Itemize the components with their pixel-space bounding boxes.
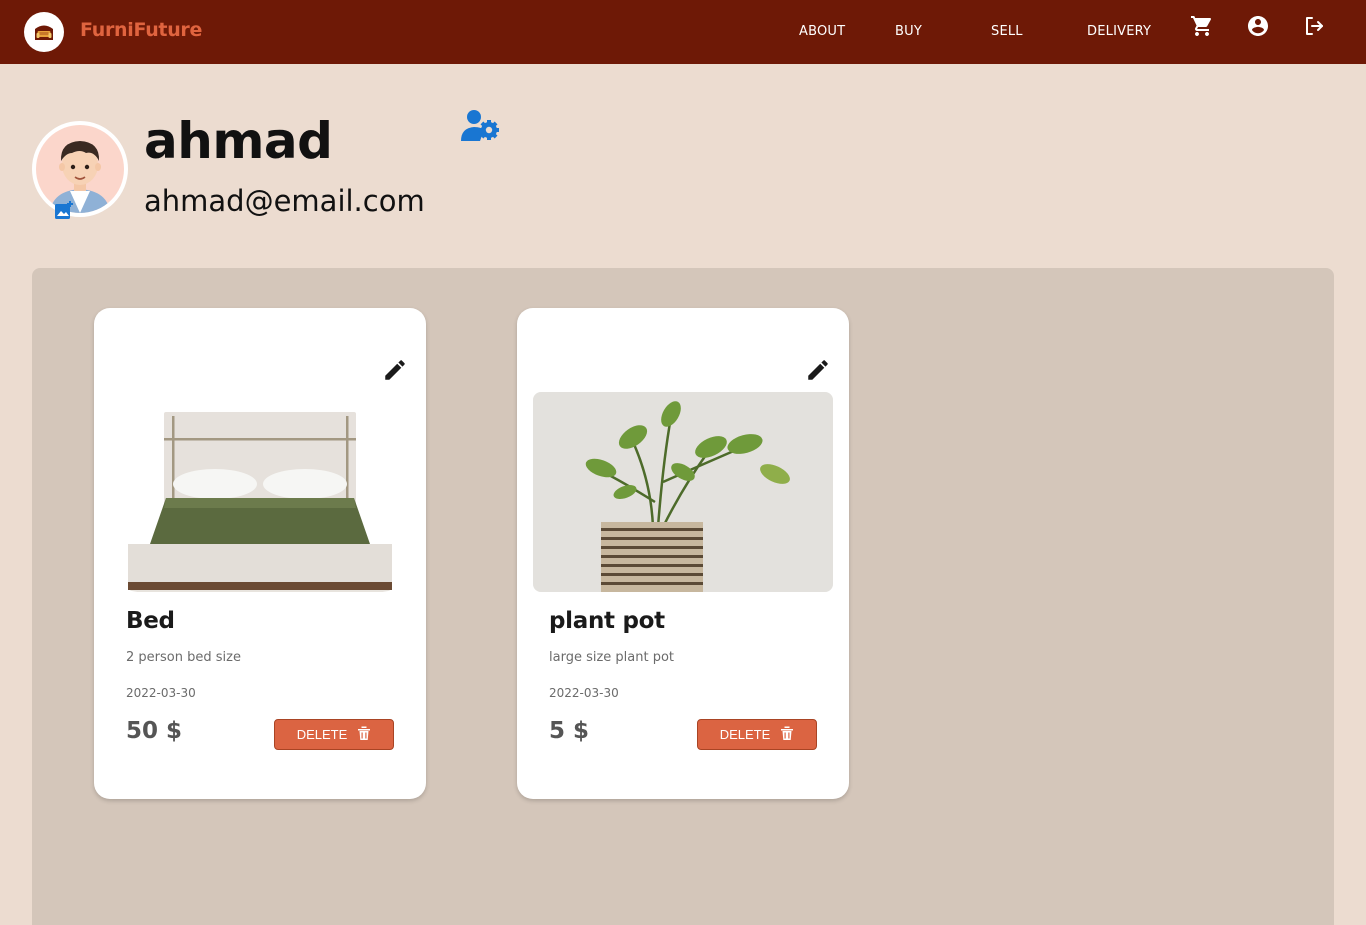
delete-button[interactable]: DELETE [697,719,817,750]
nav-buy-link[interactable]: BUY [895,24,922,39]
delete-button[interactable]: DELETE [274,719,394,750]
nav-about-link[interactable]: ABOUT [799,24,845,39]
product-description: large size plant pot [549,650,675,665]
profile-avatar [32,121,128,217]
product-image [110,392,410,592]
product-card: plant pot large size plant pot 2022-03-3… [517,308,849,799]
product-title: Bed [126,608,175,634]
product-date: 2022-03-30 [126,686,196,700]
nav-delivery-link[interactable]: DELIVERY [1087,24,1151,39]
brand-name[interactable]: FurniFuture [80,19,202,41]
logout-icon[interactable] [1302,14,1326,42]
profile-email: ahmad@email.com [144,184,425,218]
edit-icon[interactable] [805,357,831,387]
manage-account-icon[interactable] [460,108,502,148]
product-price: 5 $ [549,718,590,744]
product-date: 2022-03-30 [549,686,619,700]
delete-button-label: DELETE [719,727,771,742]
product-description: 2 person bed size [126,650,241,665]
cart-icon[interactable] [1190,14,1214,42]
avatar-portrait [36,125,124,213]
product-title: plant pot [549,608,665,634]
delete-button-label: DELETE [296,727,348,742]
top-navbar: FurniFuture ABOUT BUY SELL DELIVERY [0,0,1366,64]
brand-logo[interactable] [24,12,64,52]
trash-icon [357,725,371,744]
product-price: 50 $ [126,718,183,744]
add-photo-icon[interactable] [54,200,74,224]
product-image [533,392,833,592]
sofa-logo-icon [35,25,53,40]
edit-icon[interactable] [382,357,408,387]
trash-icon [780,725,794,744]
nav-sell-link[interactable]: SELL [991,24,1023,39]
profile-name: ahmad [144,112,333,170]
account-circle-icon[interactable] [1246,14,1270,42]
product-card: Bed 2 person bed size 2022-03-30 50 $ DE… [94,308,426,799]
